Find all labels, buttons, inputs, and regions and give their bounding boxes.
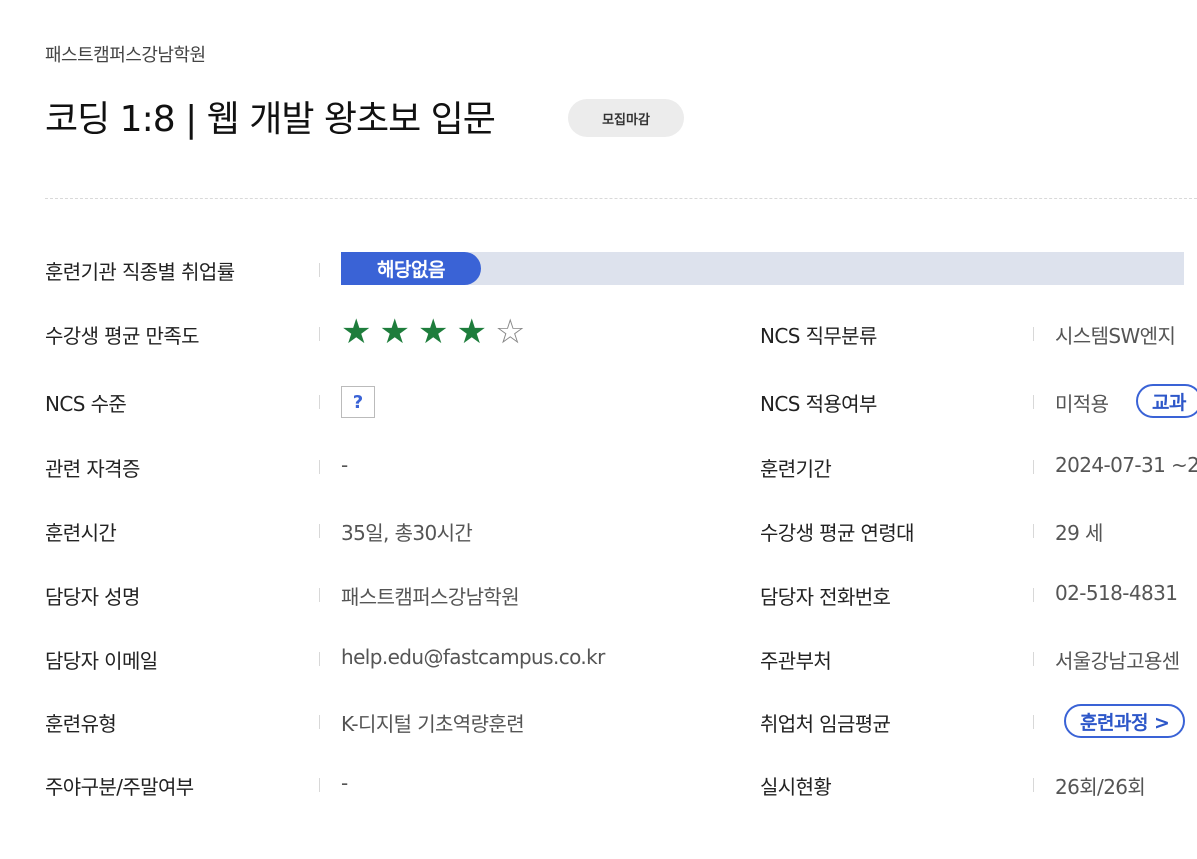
course-link-button[interactable]: 훈련과정 > [1064,704,1186,738]
age-label: 수강생 평균 연령대 [760,521,915,545]
separator [319,778,320,792]
divider [45,198,1197,199]
separator [1033,715,1034,729]
daynight-label: 주야구분/주말여부 [45,775,194,799]
star-filled-icon: ★ [456,312,487,352]
separator [319,263,320,277]
star-filled-icon: ★ [341,312,372,352]
cert-value: - [341,453,348,477]
star-empty-icon: ☆ [494,312,526,352]
help-icon[interactable]: ? [341,386,375,418]
satisfaction-stars: ★ ★ ★ ★ ☆ [341,313,525,351]
separator [1033,327,1034,341]
phone-value: 02-518-4831 [1055,581,1178,605]
period-label: 훈련기간 [760,457,832,481]
age-value: 29 세 [1055,521,1103,545]
ncs-apply-label: NCS 적용여부 [760,392,877,416]
status-value: 26회/26회 [1055,775,1146,799]
email-value: help.edu@fastcampus.co.kr [341,645,605,669]
separator [1033,395,1034,409]
employment-rate-label: 훈련기관 직종별 취업률 [45,260,235,284]
page-title: 코딩 1:8 | 웹 개발 왕초보 입문 [45,99,496,140]
type-value: K-디지털 기초역량훈련 [341,712,525,736]
separator [319,588,320,602]
employment-rate-bar: 해당없음 [341,252,1184,285]
dept-value: 서울강남고용센 [1055,649,1180,673]
separator [319,715,320,729]
manager-value: 패스트캠퍼스강남학원 [341,585,520,609]
status-badge: 모집마감 [568,99,684,137]
ncs-class-value: 시스템SW엔지 [1055,324,1176,348]
curriculum-button[interactable]: 교과 [1136,384,1197,418]
hours-label: 훈련시간 [45,521,117,545]
separator [319,395,320,409]
employment-rate-value: 해당없음 [341,252,481,285]
type-label: 훈련유형 [45,712,117,736]
star-filled-icon: ★ [379,312,410,352]
separator [1033,524,1034,538]
separator [319,652,320,666]
hours-value: 35일, 총30시간 [341,521,473,545]
ncs-class-label: NCS 직무분류 [760,324,877,348]
satisfaction-label: 수강생 평균 만족도 [45,324,200,348]
wage-label: 취업처 임금평균 [760,712,891,736]
ncs-level-label: NCS 수준 [45,392,127,416]
cert-label: 관련 자격증 [45,457,140,481]
daynight-value: - [341,771,348,795]
org-name: 패스트캠퍼스강남학원 [45,45,206,66]
star-filled-icon: ★ [417,312,449,352]
separator [1033,778,1034,792]
separator [1033,652,1034,666]
separator [319,327,320,341]
email-label: 담당자 이메일 [45,649,158,673]
status-label: 실시현황 [760,775,832,799]
separator [319,524,320,538]
separator [319,460,320,474]
separator [1033,460,1034,474]
separator [1033,588,1034,602]
period-value: 2024-07-31 ~2 [1055,453,1197,477]
phone-label: 담당자 전화번호 [760,585,891,609]
ncs-apply-value: 미적용 [1055,392,1109,416]
dept-label: 주관부처 [760,649,832,673]
manager-label: 담당자 성명 [45,585,140,609]
